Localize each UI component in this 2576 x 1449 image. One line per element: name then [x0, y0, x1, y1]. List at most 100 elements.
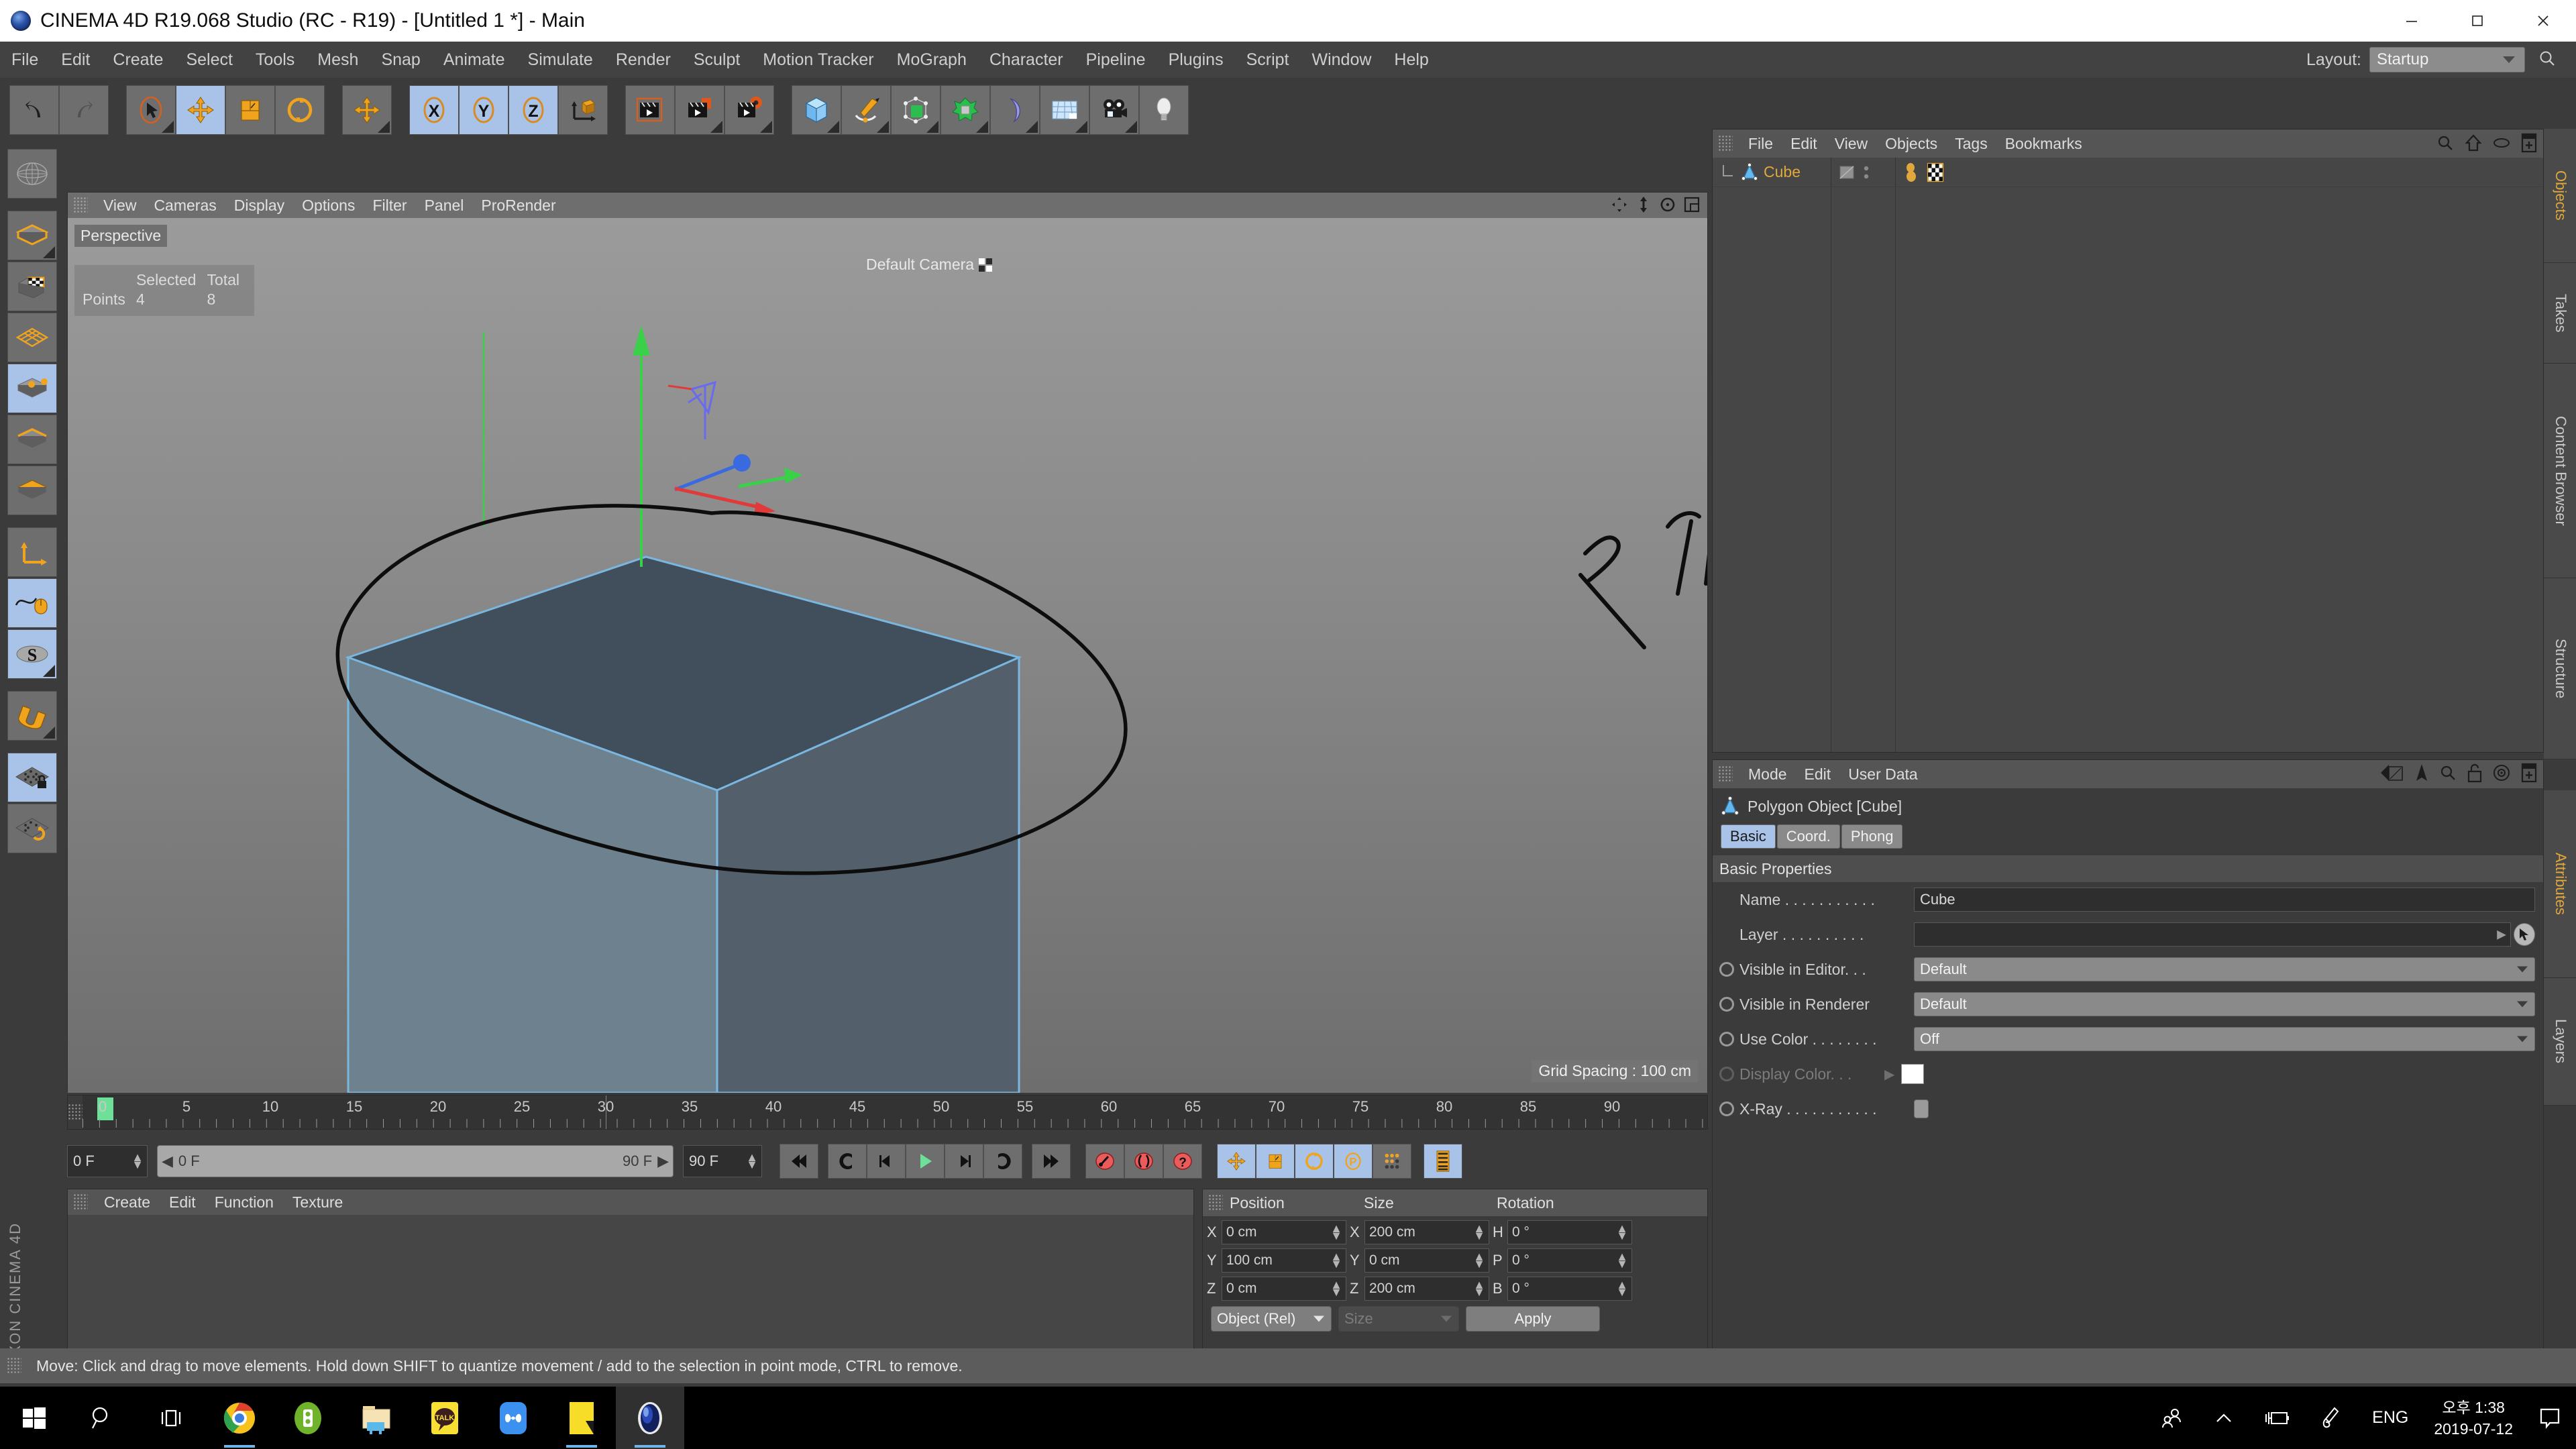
undo-button[interactable]: [9, 85, 59, 135]
autokeying-button[interactable]: [1124, 1144, 1163, 1179]
search-taskbar-button[interactable]: [68, 1387, 137, 1449]
pen-icon[interactable]: [2305, 1406, 2357, 1430]
panel-grip-icon[interactable]: [68, 1095, 83, 1129]
rtab-attributes[interactable]: Attributes: [2544, 790, 2576, 978]
stepper-arrows-icon[interactable]: ▲ ▼: [1330, 1279, 1342, 1298]
stepper-arrows-icon[interactable]: ▲ ▼: [1473, 1222, 1485, 1242]
make-editable-button[interactable]: [7, 149, 57, 199]
panel-grip-icon[interactable]: [73, 197, 88, 214]
tab-phong[interactable]: Phong: [1841, 824, 1903, 849]
target-icon[interactable]: [2492, 763, 2511, 786]
layout-select[interactable]: Startup: [2369, 47, 2525, 72]
tab-coord[interactable]: Coord.: [1776, 824, 1840, 849]
apply-button[interactable]: Apply: [1466, 1306, 1600, 1332]
menu-character[interactable]: Character: [978, 48, 1075, 72]
panel-grip-icon[interactable]: [1208, 1194, 1223, 1212]
search-icon[interactable]: [2537, 48, 2557, 72]
go-to-end-button[interactable]: [1032, 1144, 1071, 1179]
stepper-arrows-icon[interactable]: ▲ ▼: [1330, 1250, 1342, 1270]
menu-motion-tracker[interactable]: Motion Tracker: [751, 48, 885, 72]
visible-in-renderer-select[interactable]: Default: [1914, 992, 2535, 1016]
viewport-canvas[interactable]: Perspective Selected Total Points 4 8 De…: [68, 218, 1707, 1093]
menu-help[interactable]: Help: [1383, 48, 1440, 72]
rtab-objects[interactable]: Objects: [2544, 129, 2576, 263]
stepper-arrows-icon[interactable]: ▲ ▼: [1616, 1222, 1628, 1242]
radio-visible-renderer[interactable]: [1719, 997, 1734, 1012]
zoom-vertical-icon[interactable]: [1635, 196, 1652, 217]
rtab-content-browser[interactable]: Content Browser: [2544, 364, 2576, 578]
add-cube-button[interactable]: [792, 85, 841, 135]
stepper-arrows-icon[interactable]: ▲ ▼: [746, 1151, 758, 1171]
taskbar-blue-app[interactable]: [479, 1387, 547, 1449]
add-light-button[interactable]: [1139, 85, 1189, 135]
objmgr-menu-view[interactable]: View: [1826, 133, 1876, 154]
name-field[interactable]: Cube: [1914, 888, 2535, 912]
scale-key-button[interactable]: [1256, 1144, 1295, 1179]
layer-field[interactable]: ▶: [1914, 922, 2511, 947]
material-menu-edit[interactable]: Edit: [160, 1192, 205, 1213]
edit-render-settings-button[interactable]: [724, 85, 774, 135]
stepper-arrows-icon[interactable]: ▲ ▼: [1473, 1250, 1485, 1270]
texture-mode-button[interactable]: [7, 262, 57, 311]
people-icon[interactable]: [2145, 1406, 2199, 1430]
keyframe-selection-button[interactable]: ?: [1163, 1144, 1202, 1179]
menu-pipeline[interactable]: Pipeline: [1075, 48, 1157, 72]
panel-grip-icon[interactable]: [7, 1357, 21, 1375]
menu-sculpt[interactable]: Sculpt: [682, 48, 751, 72]
position-z-field[interactable]: 0 cm ▲ ▼: [1222, 1277, 1346, 1301]
panel-grip-icon[interactable]: [1718, 135, 1733, 152]
size-z-field[interactable]: 200 cm ▲ ▼: [1364, 1277, 1489, 1301]
material-menu-texture[interactable]: Texture: [283, 1192, 352, 1213]
soft-selection-button[interactable]: S: [7, 629, 57, 679]
back-arrow-icon[interactable]: [2379, 763, 2405, 786]
taskbar-green-app[interactable]: [274, 1387, 342, 1449]
object-name-cell[interactable]: Cube: [1713, 162, 1831, 182]
polygons-mode-button[interactable]: [7, 466, 57, 515]
position-y-field[interactable]: 100 cm ▲ ▼: [1222, 1248, 1346, 1273]
rotation-p-field[interactable]: 0 ° ▲ ▼: [1507, 1248, 1632, 1273]
object-tags-cell[interactable]: [1895, 162, 1945, 183]
rtab-takes[interactable]: Takes: [2544, 263, 2576, 364]
xray-toggle[interactable]: [1914, 1099, 1929, 1118]
objmgr-menu-tags[interactable]: Tags: [1946, 133, 1996, 154]
move-tool-button[interactable]: [176, 85, 225, 135]
rotation-key-button[interactable]: [1295, 1144, 1334, 1179]
viewport-menu-display[interactable]: Display: [225, 195, 293, 216]
add-spline-button[interactable]: [841, 85, 891, 135]
live-selection-button[interactable]: [126, 85, 176, 135]
coord-size-dropdown[interactable]: Size: [1338, 1306, 1459, 1332]
timeline-ruler[interactable]: 0 5 10 15 20 25 30 35 40 45 50 55 60 65 …: [67, 1095, 1708, 1130]
stepper-arrows-icon[interactable]: ▲ ▼: [131, 1151, 144, 1171]
radio-xray[interactable]: [1719, 1102, 1734, 1116]
panel-grip-icon[interactable]: [73, 1193, 88, 1211]
rtab-structure[interactable]: Structure: [2544, 578, 2576, 759]
viewport-menu-prorender[interactable]: ProRender: [472, 195, 564, 216]
timeline-track[interactable]: 0 5 10 15 20 25 30 35 40 45 50 55 60 65 …: [83, 1095, 1707, 1129]
start-button[interactable]: [0, 1387, 68, 1449]
menu-simulate[interactable]: Simulate: [517, 48, 604, 72]
menu-render[interactable]: Render: [604, 48, 682, 72]
home-up-icon[interactable]: [2464, 133, 2483, 156]
panel-grip-icon[interactable]: [1718, 765, 1733, 783]
model-mode-button[interactable]: [7, 211, 57, 260]
objmgr-menu-bookmarks[interactable]: Bookmarks: [1996, 133, 2091, 154]
close-button[interactable]: [2510, 0, 2576, 42]
enable-snap-button[interactable]: [7, 578, 57, 628]
stepper-arrows-icon[interactable]: ▲ ▼: [1473, 1279, 1485, 1298]
param-key-button[interactable]: P: [1334, 1144, 1373, 1179]
use-color-select[interactable]: Off: [1914, 1027, 2535, 1051]
render-to-picture-viewer-button[interactable]: [675, 85, 724, 135]
search-icon[interactable]: [2436, 133, 2455, 156]
visible-in-editor-select[interactable]: Default: [1914, 957, 2535, 981]
taskbar-kakaotalk[interactable]: TALK: [411, 1387, 479, 1449]
viewport-menu-panel[interactable]: Panel: [416, 195, 473, 216]
radio-use-color[interactable]: [1719, 1032, 1734, 1046]
preview-range-bar[interactable]: ◀ 0 F 90 F ▶: [157, 1145, 674, 1177]
object-axis-button[interactable]: [7, 527, 57, 577]
viewport-menu-filter[interactable]: Filter: [364, 195, 415, 216]
ellipse-icon[interactable]: [2492, 137, 2511, 152]
taskbar-cinema4d[interactable]: [616, 1387, 684, 1449]
move-duplicate-button[interactable]: [342, 85, 392, 135]
notification-icon[interactable]: [2524, 1407, 2576, 1430]
add-generator-button[interactable]: [891, 85, 941, 135]
